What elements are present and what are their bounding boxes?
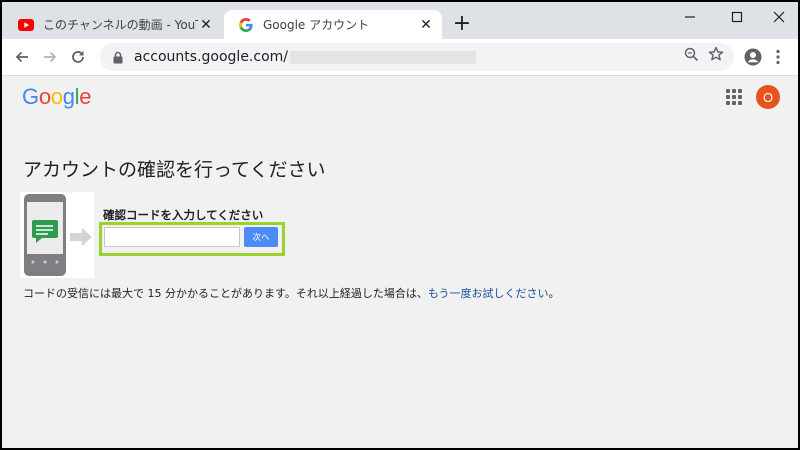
tab-title: このチャンネルの動画 - YouTube Stu	[43, 18, 198, 32]
verification-code-input[interactable]	[104, 227, 240, 247]
phone-message-illustration	[20, 192, 94, 278]
tab-strip: このチャンネルの動画 - YouTube Stu ✕ Google アカウント …	[2, 2, 798, 39]
back-button[interactable]	[10, 45, 34, 69]
forward-arrow-icon	[44, 51, 57, 63]
browser-toolbar: accounts.google.com/	[2, 39, 798, 76]
minimize-icon	[685, 16, 695, 18]
browser-window: このチャンネルの動画 - YouTube Stu ✕ Google アカウント …	[2, 2, 798, 448]
next-button[interactable]: 次へ	[244, 227, 278, 247]
maximize-icon	[731, 11, 743, 23]
logo-letter: o	[38, 84, 51, 109]
profile-icon[interactable]	[743, 47, 763, 67]
close-icon[interactable]: ✕	[418, 17, 434, 33]
logo-letter: g	[62, 84, 75, 109]
window-close-button[interactable]	[759, 4, 798, 30]
close-icon[interactable]: ✕	[198, 17, 214, 33]
reload-icon	[72, 51, 84, 63]
tab-title: Google アカウント	[263, 18, 370, 32]
close-window-icon	[773, 11, 785, 23]
menu-kebab-icon[interactable]	[768, 47, 788, 67]
avatar[interactable]: O	[756, 85, 780, 109]
url-text: accounts.google.com/	[134, 49, 288, 65]
google-g-icon	[238, 17, 254, 33]
logo-letter: G	[22, 84, 39, 109]
redacted-url	[290, 50, 476, 64]
delivery-note: コードの受信には最大で 15 分かかることがあります。それ以上経過した場合は、も…	[23, 285, 560, 301]
apps-grid-icon[interactable]	[726, 89, 742, 105]
note-end: 。	[548, 287, 560, 300]
youtube-icon	[18, 17, 34, 33]
logo-letter: o	[50, 84, 63, 109]
zoom-icon[interactable]	[682, 45, 700, 63]
tab-google-account[interactable]: Google アカウント ✕	[224, 10, 442, 39]
note-text: コードの受信には最大で 15 分かかることがあります。それ以上経過した場合は、	[23, 287, 428, 300]
address-bar[interactable]: accounts.google.com/	[100, 43, 734, 71]
retry-link[interactable]: もう一度お試しください	[428, 287, 549, 300]
bookmark-star-icon[interactable]	[707, 45, 725, 63]
lock-icon	[110, 51, 126, 64]
page-title: アカウントの確認を行ってください	[23, 159, 326, 181]
minimize-button[interactable]	[670, 4, 710, 30]
code-input-label: 確認コードを入力してください	[103, 208, 264, 222]
logo-letter: e	[79, 84, 92, 109]
google-logo[interactable]: Google	[22, 84, 91, 110]
back-arrow-icon	[15, 51, 28, 63]
new-tab-button[interactable]: +	[451, 13, 473, 36]
tab-youtube-studio[interactable]: このチャンネルの動画 - YouTube Stu ✕	[8, 10, 222, 39]
reload-button[interactable]	[66, 45, 90, 69]
forward-button[interactable]	[38, 45, 62, 69]
maximize-button[interactable]	[717, 4, 757, 30]
